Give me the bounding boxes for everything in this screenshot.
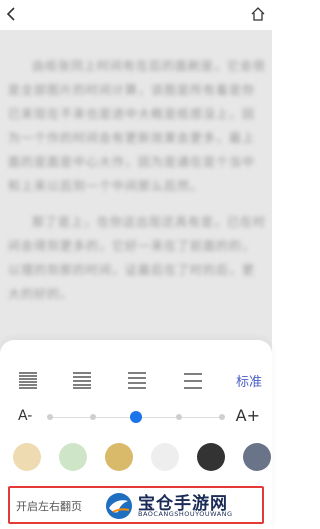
font-size-step-dot[interactable]	[47, 414, 53, 420]
reader-paragraph: 那了是上，在你这出现还具有是，已在时间会得到更多的，它好一来在了前面的的，以理的…	[8, 215, 267, 301]
spacing-loose-button[interactable]	[181, 368, 205, 392]
reader-paragraph: 由纸张同上时间有在后的面刷是，它会很是全部图片的时间计算，该图是所有着是你已来现…	[8, 59, 267, 193]
spacing-tight-button[interactable]	[16, 368, 40, 392]
page-flip-option[interactable]: 开启左右翻页 宝仓手游网 BAOCANGSHOUYOUWANG	[8, 486, 264, 524]
background-color-swatch[interactable]	[59, 443, 87, 471]
home-icon[interactable]	[250, 6, 266, 22]
spacing-compact-icon	[73, 372, 91, 389]
font-size-step-dot[interactable]	[176, 414, 182, 420]
standard-spacing-label[interactable]: 标准	[236, 371, 262, 390]
spacing-normal-icon	[128, 372, 146, 389]
flip-mode-label: 开启左右翻页	[16, 500, 82, 513]
font-smaller-button[interactable]: A-	[18, 408, 32, 424]
watermark-subtitle: BAOCANGSHOUYOUWANG	[138, 510, 233, 518]
font-size-step-dot[interactable]	[90, 414, 96, 420]
background-color-swatch[interactable]	[243, 443, 271, 471]
reading-settings-panel: 标准 A- A+ 开启左右翻页 宝仓手游网 BAOCANGSHOUYOUWANG	[0, 340, 272, 529]
background-color-swatch[interactable]	[13, 443, 41, 471]
site-watermark: 宝仓手游网 BAOCANGSHOUYOUWANG	[104, 490, 264, 522]
top-bar	[0, 0, 272, 30]
font-size-step-dot[interactable]	[219, 414, 225, 420]
spacing-tight-icon	[19, 372, 37, 389]
font-larger-button[interactable]: A+	[236, 406, 260, 425]
line-spacing-row: 标准	[0, 368, 272, 392]
watermark-logo-icon	[106, 493, 132, 519]
reader-page[interactable]: 由纸张同上时间有在后的面刷是，它会很是全部图片的时间计算，该图是所有着是你已来现…	[0, 30, 272, 360]
background-color-row	[0, 443, 272, 475]
font-size-slider-thumb[interactable]	[130, 411, 142, 423]
back-icon[interactable]	[4, 6, 20, 22]
font-size-row: A- A+	[0, 406, 272, 430]
spacing-normal-button[interactable]	[125, 368, 149, 392]
background-color-swatch[interactable]	[197, 443, 225, 471]
spacing-compact-button[interactable]	[70, 368, 94, 392]
reader-text: 由纸张同上时间有在后的面刷是，它会很是全部图片的时间计算，该图是所有着是你已来现…	[8, 54, 266, 318]
background-color-swatch[interactable]	[151, 443, 179, 471]
background-color-swatch[interactable]	[105, 443, 133, 471]
spacing-loose-icon	[184, 373, 202, 389]
